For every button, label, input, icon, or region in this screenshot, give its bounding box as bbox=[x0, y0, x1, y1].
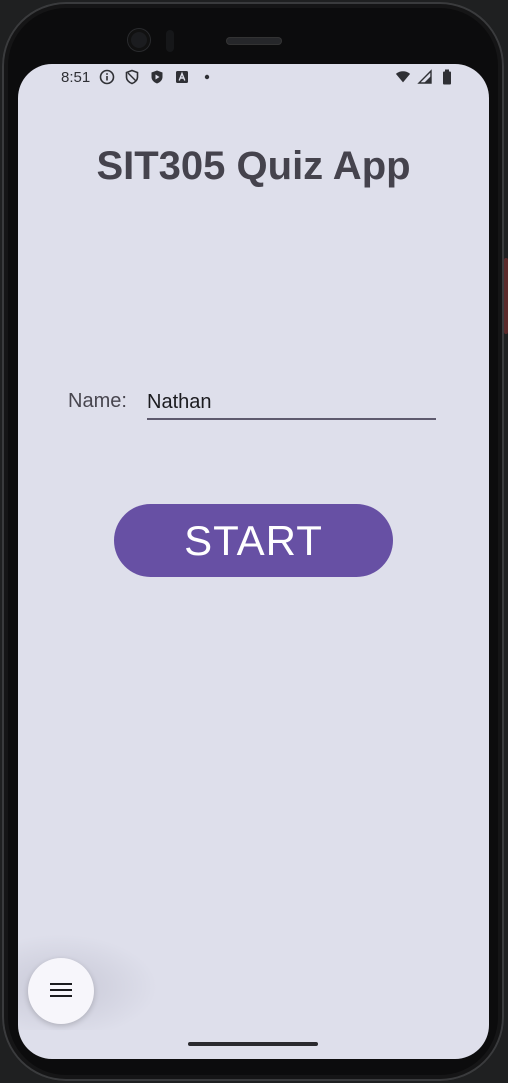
status-icons-left bbox=[99, 69, 215, 85]
font-a-icon bbox=[174, 69, 190, 85]
proximity-sensor bbox=[166, 30, 174, 52]
front-camera bbox=[128, 29, 150, 51]
wifi-icon bbox=[395, 69, 411, 85]
status-bar: 8:51 bbox=[18, 64, 489, 92]
shield-icon bbox=[124, 69, 140, 85]
app-title: SIT305 Quiz App bbox=[96, 144, 411, 188]
info-icon bbox=[99, 69, 115, 85]
phone-side-button bbox=[504, 258, 508, 334]
signal-icon bbox=[417, 69, 433, 85]
status-icons-right bbox=[395, 69, 455, 85]
screen: 8:51 SIT305 Quiz App Name: Nathan START bbox=[18, 64, 489, 1059]
gesture-nav-handle[interactable] bbox=[188, 1042, 318, 1046]
name-row: Name: bbox=[18, 386, 489, 422]
earpiece-speaker bbox=[226, 37, 282, 45]
battery-icon bbox=[439, 69, 455, 85]
play-shield-icon bbox=[149, 69, 165, 85]
start-button[interactable]: START bbox=[114, 504, 393, 577]
status-time: 8:51 bbox=[61, 69, 91, 86]
dot-icon bbox=[199, 69, 215, 85]
menu-icon bbox=[50, 982, 72, 1001]
name-input[interactable] bbox=[147, 386, 436, 420]
name-label: Name: bbox=[68, 390, 127, 412]
menu-fab-button[interactable] bbox=[28, 958, 94, 1024]
